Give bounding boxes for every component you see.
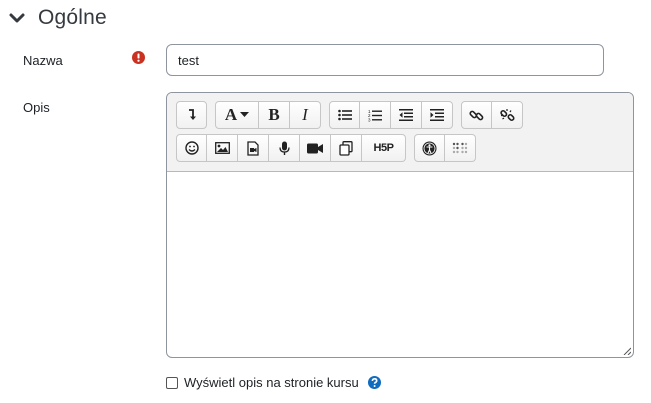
h5p-button[interactable]: H5P: [362, 134, 406, 162]
manage-files-icon: [339, 140, 353, 156]
collapse-button[interactable]: [176, 101, 207, 129]
unlink-button[interactable]: [492, 101, 523, 129]
toolbar-group-collapse: [176, 101, 207, 129]
resize-grip-icon[interactable]: [623, 347, 631, 355]
editor-toolbar: A B I 1 2 3 H5P: [167, 93, 633, 172]
show-description-label[interactable]: Wyświetl opis na stronie kursu: [184, 375, 359, 390]
ordered-list-button[interactable]: 1 2 3: [360, 101, 391, 129]
toolbar-group-links: [461, 101, 523, 129]
link-icon: [469, 110, 484, 120]
show-description-checkbox[interactable]: [166, 376, 178, 389]
toolbar-row-1: A B I 1 2 3: [176, 101, 633, 129]
screenreader-helper-button[interactable]: [445, 134, 476, 162]
font-button[interactable]: A: [215, 101, 259, 129]
unordered-list-icon: [337, 109, 352, 121]
image-icon: [214, 142, 230, 154]
bold-icon: B: [268, 105, 280, 124]
bold-button[interactable]: B: [259, 101, 290, 129]
section-title: Ogólne: [38, 6, 107, 29]
name-input[interactable]: [166, 44, 604, 76]
toolbar-row-2: H5P: [176, 134, 633, 162]
manage-files-button[interactable]: [331, 134, 362, 162]
description-editor[interactable]: A B I 1 2 3 H5P: [166, 92, 634, 358]
unordered-list-button[interactable]: [329, 101, 360, 129]
outdent-icon: [399, 109, 413, 121]
caret-down-icon: [240, 112, 250, 117]
description-label: Opis: [23, 100, 50, 115]
editor-content-area[interactable]: [167, 172, 633, 357]
italic-button[interactable]: I: [290, 101, 321, 129]
svg-text:3: 3: [368, 117, 371, 122]
toolbar-group-insert: H5P: [176, 134, 406, 162]
chevron-down-icon[interactable]: [8, 9, 26, 27]
font-icon: A: [224, 105, 238, 124]
media-icon: [247, 140, 259, 156]
toolbar-group-accessibility: [414, 134, 476, 162]
image-button[interactable]: [207, 134, 238, 162]
collapse-icon: [188, 109, 196, 120]
section-header-general[interactable]: Ogólne: [8, 6, 107, 30]
toolbar-group-lists: 1 2 3: [329, 101, 453, 129]
show-description-row: Wyświetl opis na stronie kursu: [166, 375, 381, 390]
emoji-icon: [184, 141, 199, 155]
record-video-button[interactable]: [300, 134, 331, 162]
accessibility-checker-icon: [422, 141, 437, 155]
name-label: Nazwa: [23, 53, 63, 68]
emoji-button[interactable]: [176, 134, 207, 162]
link-button[interactable]: [461, 101, 492, 129]
ordered-list-icon: 1 2 3: [368, 109, 382, 122]
question-circle-icon[interactable]: [367, 376, 381, 389]
italic-icon: I: [302, 105, 308, 124]
accessibility-checker-button[interactable]: [414, 134, 445, 162]
media-button[interactable]: [238, 134, 269, 162]
exclamation-circle-icon: [132, 51, 145, 64]
record-audio-button[interactable]: [269, 134, 300, 162]
toolbar-group-style: A B I: [215, 101, 321, 129]
indent-button[interactable]: [422, 101, 453, 129]
indent-icon: [430, 109, 444, 121]
record-video-icon: [307, 143, 323, 153]
outdent-button[interactable]: [391, 101, 422, 129]
unlink-icon: [499, 108, 515, 121]
h5p-icon: H5P: [373, 142, 394, 154]
screenreader-helper-icon: [452, 142, 468, 154]
record-audio-icon: [278, 141, 290, 155]
